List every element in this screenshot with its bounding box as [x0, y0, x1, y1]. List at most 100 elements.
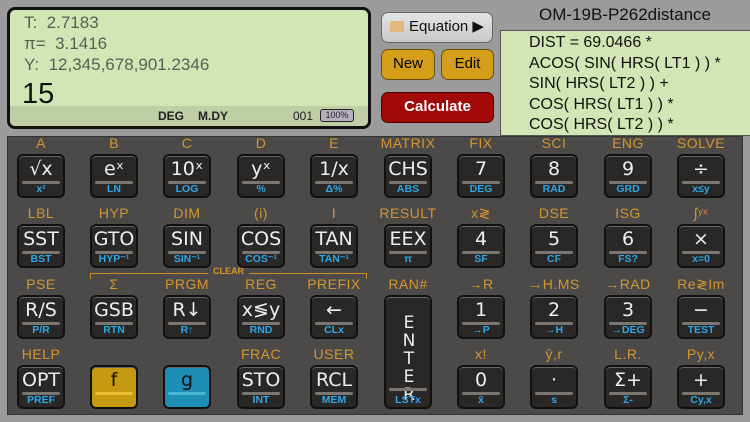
key-label: 6	[621, 228, 635, 250]
key-0-9[interactable]: ÷ x≤y	[677, 154, 725, 198]
shift-f-label: L.R.	[614, 346, 642, 362]
key-1-5[interactable]: EEX π	[384, 224, 432, 268]
key-label: 1	[474, 299, 488, 321]
shift-f-label: USER	[313, 346, 355, 362]
equation-line: SIN( HRS( LT2 ) ) +	[529, 75, 669, 92]
key-label: −	[693, 299, 709, 321]
equation-text[interactable]: DIST = 69.0466 * ACOS( SIN( HRS( LT1 ) ) …	[500, 30, 750, 136]
shift-g-label: x̄	[478, 394, 484, 406]
edit-button[interactable]: Edit	[441, 49, 494, 80]
key-2-7[interactable]: 2 →H	[530, 295, 578, 339]
key-1-8[interactable]: 6 FS?	[604, 224, 652, 268]
shift-g-label: →H	[544, 324, 564, 336]
key-3-6[interactable]: 0 x̄	[457, 365, 505, 409]
shift-f-label: ENG	[612, 135, 644, 151]
status-bar: DEG M.DY 001 100%	[10, 106, 368, 126]
shift-g-label: BST	[30, 253, 52, 265]
key-0-0[interactable]: √x x²	[17, 154, 65, 198]
calculate-button[interactable]: Calculate	[381, 92, 494, 123]
key-1-0[interactable]: SST BST	[17, 224, 65, 268]
key-2-8[interactable]: 3 →DEG	[604, 295, 652, 339]
key-enter[interactable]: ENTER LSTx	[384, 295, 432, 409]
shift-f-label: SOLVE	[676, 135, 726, 151]
key-0-3[interactable]: yˣ%	[237, 154, 285, 198]
key-3-3[interactable]: STO INT	[237, 365, 285, 409]
key-label: R/S	[25, 299, 57, 321]
shift-f-label: DSE	[538, 205, 570, 221]
key-0-4[interactable]: 1/x Δ%	[310, 154, 358, 198]
key-label: yˣ	[251, 158, 271, 180]
shift-f-label: LBL	[27, 205, 55, 221]
shift-g-label: P/R	[32, 324, 50, 336]
key-3-2[interactable]: g	[163, 365, 211, 409]
shift-g-label: CF	[547, 253, 561, 265]
shift-f-label: MATRIX	[380, 135, 436, 151]
key-1-3[interactable]: COS COS⁻¹	[237, 224, 285, 268]
key-label: +	[693, 369, 709, 391]
shift-g-label: DEG	[469, 183, 493, 195]
key-1-9[interactable]: × x=0	[677, 224, 725, 268]
key-2-6[interactable]: 1 →P	[457, 295, 505, 339]
shift-f-label: SCI	[541, 135, 567, 151]
key-2-1[interactable]: GSB RTN	[90, 295, 138, 339]
shift-g-label: CLx	[324, 324, 344, 336]
key-label: √x	[29, 158, 53, 180]
key-label: 9	[621, 158, 635, 180]
equation-line: COS( HRS( LT1 ) ) *	[529, 95, 674, 113]
key-3-1[interactable]: f	[90, 365, 138, 409]
shift-f-label: Py,x	[686, 346, 716, 362]
key-2-3[interactable]: x≶y RND	[237, 295, 285, 339]
shift-g-label: x²	[36, 183, 46, 195]
shift-g-label: GRD	[616, 183, 640, 195]
key-label: ·	[550, 369, 558, 391]
key-1-6[interactable]: 4 SF	[457, 224, 505, 268]
key-label: CHS	[388, 158, 428, 180]
key-1-2[interactable]: SIN SIN⁻¹	[163, 224, 211, 268]
key-3-0[interactable]: OPT PREF	[17, 365, 65, 409]
shift-f-label: x!	[475, 346, 487, 362]
shift-g-label: TAN⁻¹	[319, 253, 349, 265]
equation-button-label: Equation ▶	[409, 18, 484, 35]
key-1-1[interactable]: GTO HYP⁻¹	[90, 224, 138, 268]
key-0-5[interactable]: CHS ABS	[384, 154, 432, 198]
shift-f-label: RESULT	[379, 205, 437, 221]
shift-f-label: DIM	[173, 205, 201, 221]
key-3-7[interactable]: · s	[530, 365, 578, 409]
key-2-9[interactable]: − TEST	[677, 295, 725, 339]
shift-f-label: REG	[245, 276, 277, 292]
key-2-4[interactable]: ← CLx	[310, 295, 358, 339]
key-0-6[interactable]: 7 DEG	[457, 154, 505, 198]
stack-t-line: T: 2.7183	[24, 13, 99, 32]
shift-g-label: COS⁻¹	[245, 253, 277, 265]
shift-g-label: Σ-	[623, 394, 633, 406]
new-button[interactable]: New	[381, 49, 435, 80]
shift-g-label: R↑	[180, 324, 194, 336]
shift-f-label: →H.MS	[528, 276, 580, 292]
shift-g-label: MEM	[321, 394, 347, 406]
shift-g-label: x≤y	[692, 183, 710, 195]
key-divider	[95, 392, 133, 395]
key-0-2[interactable]: 10ˣ LOG	[163, 154, 211, 198]
key-3-4[interactable]: RCL MEM	[310, 365, 358, 409]
equation-button[interactable]: Equation ▶	[381, 12, 493, 43]
shift-g-label: →DEG	[611, 324, 645, 336]
key-2-0[interactable]: R/S P/R	[17, 295, 65, 339]
key-0-1[interactable]: eˣ LN	[90, 154, 138, 198]
key-label: 5	[547, 228, 561, 250]
key-label: 8	[547, 158, 561, 180]
stack-y-line: Y: 12,345,678,901.2346	[24, 55, 210, 74]
key-0-7[interactable]: 8 RAD	[530, 154, 578, 198]
shift-g-label: x=0	[692, 253, 710, 265]
key-label: RCL	[315, 369, 353, 391]
equation-line: ACOS( SIN( HRS( LT1 ) ) *	[529, 54, 721, 72]
key-1-4[interactable]: TAN TAN⁻¹	[310, 224, 358, 268]
shift-g-label: RAD	[542, 183, 566, 195]
key-0-8[interactable]: 9 GRD	[604, 154, 652, 198]
key-3-9[interactable]: + Cy,x	[677, 365, 725, 409]
key-1-7[interactable]: 5 CF	[530, 224, 578, 268]
shift-f-label: PSE	[26, 276, 56, 292]
key-label: R↓	[172, 299, 202, 321]
key-3-8[interactable]: Σ+ Σ-	[604, 365, 652, 409]
key-2-2[interactable]: R↓ R↑	[163, 295, 211, 339]
shift-g-label: SF	[474, 253, 488, 265]
